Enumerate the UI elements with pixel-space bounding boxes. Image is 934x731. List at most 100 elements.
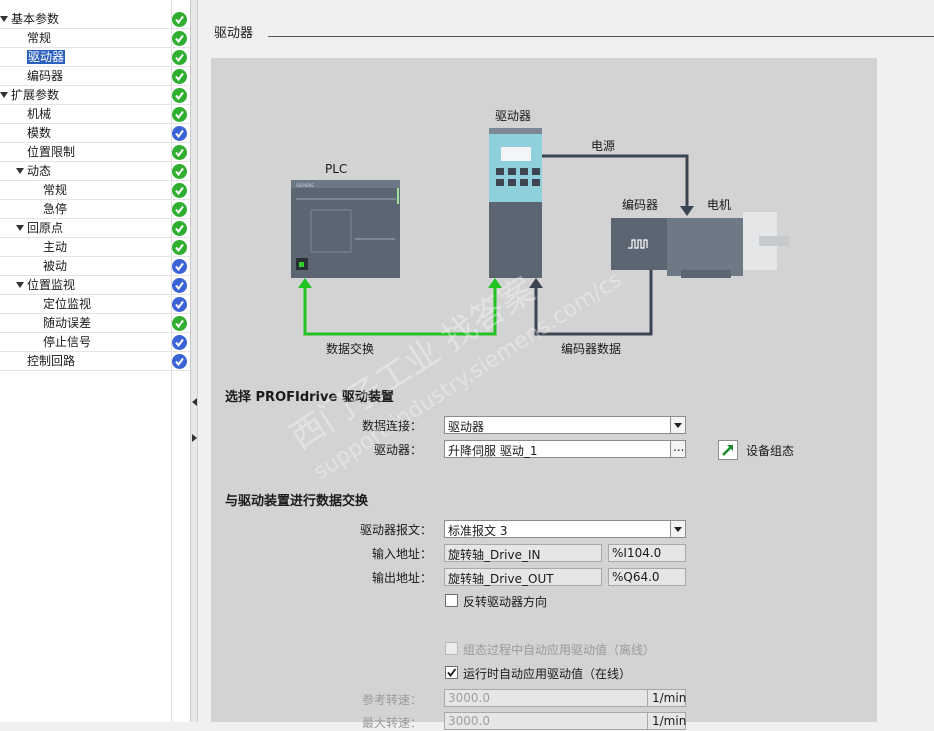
telegram-label: 驱动器报文： [359,523,432,537]
data-exchange-arrow-right [488,278,502,288]
ref-speed-value: 3000.0 [448,691,490,705]
tree-item[interactable]: 位置监视 [0,276,190,295]
tree-item-label: 动态 [27,164,52,178]
expand-arrow-icon[interactable] [16,282,24,288]
expand-arrow-icon[interactable] [0,16,8,22]
plc-brand-text: SIEMENS [296,183,314,188]
device-config-icon[interactable] [718,440,738,460]
ref-speed-unit-text: 1/min [652,691,687,705]
expand-arrow-icon[interactable] [0,92,8,98]
tree-item[interactable]: 模数 [0,124,190,143]
encoder-data-arrowhead [529,278,543,288]
output-address-label: 输出地址： [371,571,432,585]
plc-device: SIEMENS [291,180,400,278]
telegram-select[interactable]: 标准报文 3 [444,520,686,538]
collapse-left-icon[interactable] [192,398,197,406]
status-check-icon [172,107,187,122]
max-speed-value: 3000.0 [448,714,490,728]
output-tag-value: 旋转轴_Drive_OUT [448,572,554,586]
status-check-icon [172,202,187,217]
drive-topology-diagram: SIEMENS PLC 驱动器 电源 编码器 电机 数据交换 编码器数据 [291,109,789,356]
tree-item-label: 常规 [43,183,68,197]
tree-item-label: 机械 [27,107,52,121]
status-check-icon [172,240,187,255]
drive-config-panel: SIEMENS PLC 驱动器 电源 编码器 电机 数据交换 编码器数据 选择 … [211,58,877,730]
tree-item-label: 驱动器 [27,50,66,64]
status-check-icon [172,183,187,198]
status-check-icon [172,126,187,141]
expand-right-icon[interactable] [192,434,197,442]
auto-apply-online-label: 运行时自动应用驱动值（在线） [463,667,632,681]
reverse-direction-label: 反转驱动器方向 [463,595,548,609]
auto-apply-offline-checkbox[interactable] [445,642,458,655]
tree-item[interactable]: 主动 [0,238,190,257]
status-check-icon [172,221,187,236]
tree-item[interactable]: 控制回路 [0,352,190,371]
data-connection-select[interactable]: 驱动器 [444,416,686,434]
power-arrowhead [680,206,694,216]
tree-item[interactable]: 动态 [0,162,190,181]
expand-arrow-icon[interactable] [16,225,24,231]
tree-item-label: 基本参数 [11,12,60,26]
tree-item[interactable]: 编码器 [0,67,190,86]
output-address-field: %Q64.0 [608,568,686,586]
reverse-direction-checkbox[interactable] [445,594,458,607]
pane-splitter[interactable] [191,0,198,722]
chevron-down-icon[interactable] [670,521,685,537]
drive-select[interactable]: 升降伺服 驱动_1 ... [444,440,686,458]
tree-item[interactable]: 常规 [0,29,190,48]
tree-item[interactable]: 停止信号 [0,333,190,352]
tree-item-label: 急停 [43,202,68,216]
chevron-down-icon[interactable] [670,417,685,433]
tree-item-label: 编码器 [27,69,64,83]
tree-item[interactable]: 被动 [0,257,190,276]
tree-item-label: 被动 [43,259,68,273]
auto-apply-online-checkbox[interactable] [445,666,458,679]
motor-device [667,212,789,278]
auto-apply-offline-label: 组态过程中自动应用驱动值（离线） [463,643,656,657]
parameter-tree: 基本参数 常规 驱动器 编码器 扩展参数 机械 模数 位置限制 动态 常规 急停 回原点 主动 被动 位置监… [0,0,191,722]
tree-item[interactable]: 机械 [0,105,190,124]
tree-item-label: 模数 [27,126,52,140]
tree-item-label: 回原点 [27,221,64,235]
input-address-label: 输入地址： [371,547,432,561]
status-check-icon [172,145,187,160]
tree-item-label: 扩展参数 [11,88,60,102]
encoder-data-label: 编码器数据 [561,341,621,356]
status-check-icon [172,297,187,312]
max-speed-unit-text: 1/min [652,714,687,728]
tree-item[interactable]: 基本参数 [0,10,190,29]
tree-item[interactable]: 回原点 [0,219,190,238]
tree-item[interactable]: 定位监视 [0,295,190,314]
tree-item-label: 主动 [43,240,68,254]
status-check-icon [172,278,187,293]
device-config-link[interactable]: 设备组态 [746,442,794,459]
output-tag-field: 旋转轴_Drive_OUT [444,568,602,586]
tree-item[interactable]: 急停 [0,200,190,219]
tree-item-label: 随动误差 [43,316,92,330]
status-check-icon [172,12,187,27]
tree-item[interactable]: 位置限制 [0,143,190,162]
tree-item[interactable]: 常规 [0,181,190,200]
tree-item[interactable]: 随动误差 [0,314,190,333]
max-speed-unit: 1/min [648,712,686,730]
status-check-icon [172,164,187,179]
expand-arrow-icon[interactable] [16,168,24,174]
tree-item[interactable]: 扩展参数 [0,86,190,105]
status-check-icon [172,335,187,350]
status-check-icon [172,31,187,46]
browse-button[interactable]: ... [670,440,685,457]
drive-label: 驱动器： [373,443,422,457]
status-check-icon [172,50,187,65]
input-tag-value: 旋转轴_Drive_IN [448,548,541,562]
tree-item-label: 位置限制 [27,145,76,159]
tree-item[interactable]: 驱动器 [0,48,190,67]
drive-value: 升降伺服 驱动_1 [448,444,538,458]
encoder-label: 编码器 [622,197,658,212]
checkmark-icon [447,668,457,677]
status-check-icon [172,354,187,369]
input-address-field: %I104.0 [608,544,686,562]
ref-speed-field[interactable]: 3000.0 [444,689,648,707]
max-speed-field[interactable]: 3000.0 [444,712,648,730]
plc-label: PLC [325,162,347,176]
